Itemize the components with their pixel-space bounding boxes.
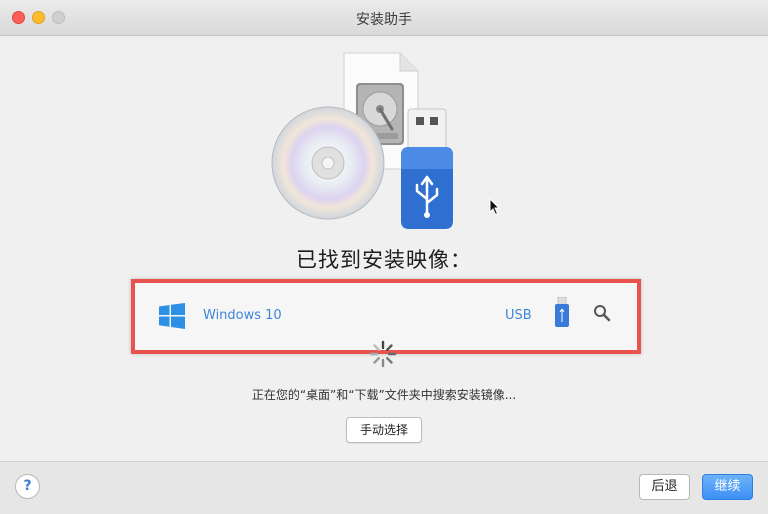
loading-spinner-icon: [369, 340, 397, 368]
install-media-illustration: [271, 52, 453, 229]
found-image-heading: 已找到安装映像：: [296, 248, 472, 272]
optical-disc-icon: [271, 106, 385, 220]
manual-select-button[interactable]: 手动选择: [346, 417, 422, 443]
usb-drive-icon: [555, 297, 569, 327]
search-icon[interactable]: [593, 304, 611, 322]
search-status-text: 正在您的“桌面”和“下载”文件夹中搜索安装镜像...: [251, 388, 517, 402]
continue-button[interactable]: 继续: [702, 474, 753, 500]
usb-drive-icon: [401, 108, 453, 229]
title-bar: 安装助手: [0, 0, 768, 36]
installation-assistant-window: 安装助手 已找到安装映像： Windows 10 USB 正在您的“桌面”和“下…: [0, 0, 768, 514]
window-title: 安装助手: [356, 12, 412, 28]
windows-logo-icon: [159, 303, 185, 329]
footer-bar: ? 后退 继续: [0, 461, 768, 514]
mouse-pointer-icon: [489, 198, 501, 216]
source-label: USB: [505, 308, 532, 323]
back-button[interactable]: 后退: [639, 474, 690, 500]
main-content: 已找到安装映像： Windows 10 USB 正在您的“桌面”和“下载”文件夹…: [0, 37, 768, 461]
os-name-label: Windows 10: [203, 308, 282, 323]
help-button[interactable]: ?: [15, 474, 40, 499]
